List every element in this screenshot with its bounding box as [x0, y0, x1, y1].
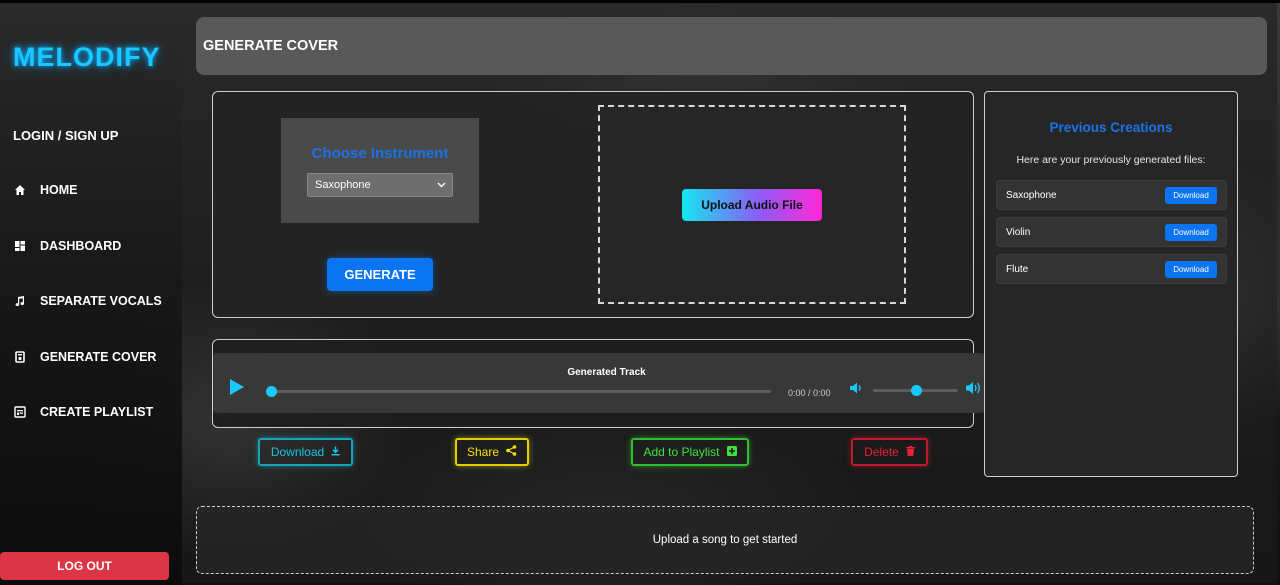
volume-max-icon[interactable] — [965, 380, 983, 396]
top-border — [0, 0, 1280, 3]
volume-icon[interactable] — [849, 381, 863, 395]
play-icon[interactable] — [229, 378, 249, 400]
download-icon — [331, 445, 340, 459]
add-to-playlist-label: Add to Playlist — [643, 445, 720, 459]
share-button-label: Share — [466, 445, 500, 459]
download-button[interactable]: Download — [258, 438, 353, 466]
progress-bar[interactable] — [266, 386, 771, 397]
time-display: 0:00 / 0:00 — [788, 388, 831, 398]
previous-creations-list: Saxophone Download Violin Download Flute… — [996, 180, 1227, 291]
share-button[interactable]: Share — [455, 438, 529, 466]
player-panel: Generated Track 0:00 / 0:00 — [212, 339, 985, 428]
generator-panel: Choose Instrument Saxophone GENERATE Upl… — [212, 91, 974, 318]
music-note-icon — [13, 294, 27, 308]
status-banner: Upload a song to get started — [196, 506, 1254, 574]
instrument-title: Choose Instrument — [311, 145, 449, 162]
previous-creations-subtitle: Here are your previously generated files… — [1016, 154, 1206, 166]
sidebar: MELODIFY LOGIN / SIGN UP HOME DASHBOARD … — [0, 0, 182, 585]
creation-download-button[interactable]: Download — [1165, 223, 1217, 241]
creation-download-button[interactable]: Download — [1165, 260, 1217, 278]
page-title: GENERATE COVER — [203, 38, 339, 54]
progress-thumb[interactable] — [266, 386, 277, 397]
previous-creations-title: Previous Creations — [1049, 120, 1173, 135]
status-message: Upload a song to get started — [652, 534, 798, 546]
plus-square-icon — [726, 445, 737, 459]
generate-button[interactable]: GENERATE — [327, 258, 433, 291]
radio-icon — [13, 350, 27, 364]
playlist-icon — [13, 405, 27, 419]
add-to-playlist-button[interactable]: Add to Playlist — [631, 438, 749, 466]
login-signup-link[interactable]: LOGIN / SIGN UP — [13, 128, 118, 143]
delete-button-label: Delete — [864, 445, 899, 459]
home-icon — [13, 183, 27, 197]
brand-logo: MELODIFY — [13, 42, 161, 72]
upload-audio-button[interactable]: Upload Audio File — [682, 189, 822, 221]
logout-button[interactable]: LOG OUT — [0, 552, 169, 580]
sidebar-item-label: DASHBOARD — [40, 238, 122, 253]
creation-name: Saxophone — [1006, 189, 1057, 201]
list-item: Violin Download — [996, 217, 1227, 247]
sidebar-item-create-playlist[interactable]: CREATE PLAYLIST — [13, 402, 162, 422]
volume-thumb[interactable] — [910, 385, 922, 396]
dashboard-icon — [13, 239, 27, 253]
audio-player: Generated Track 0:00 / 0:00 — [213, 353, 985, 413]
delete-button[interactable]: Delete — [851, 438, 928, 466]
previous-creations-panel: Previous Creations Here are your previou… — [984, 91, 1238, 477]
instrument-select-value: Saxophone — [315, 179, 371, 191]
upload-dropzone[interactable]: Upload Audio File — [598, 105, 906, 304]
instrument-select[interactable]: Saxophone — [307, 173, 453, 197]
page-header: GENERATE COVER — [196, 17, 1267, 75]
download-button-label: Download — [270, 445, 325, 459]
sidebar-item-label: HOME — [40, 183, 78, 197]
chevron-down-icon — [437, 179, 446, 191]
instrument-card: Choose Instrument Saxophone — [281, 118, 479, 223]
sidebar-item-separate-vocals[interactable]: SEPARATE VOCALS — [13, 291, 162, 311]
list-item: Flute Download — [996, 254, 1227, 284]
sidebar-item-generate-cover[interactable]: GENERATE COVER — [13, 347, 162, 367]
sidebar-item-label: CREATE PLAYLIST — [40, 405, 154, 419]
trash-icon — [905, 445, 915, 459]
volume-slider[interactable] — [873, 385, 958, 396]
sidebar-item-label: GENERATE COVER — [40, 349, 157, 364]
sidebar-item-label: SEPARATE VOCALS — [40, 294, 162, 308]
share-icon — [506, 445, 517, 459]
creation-name: Violin — [1006, 226, 1031, 238]
creation-download-button[interactable]: Download — [1165, 186, 1217, 204]
sidebar-item-dashboard[interactable]: DASHBOARD — [13, 236, 162, 256]
list-item: Saxophone Download — [996, 180, 1227, 210]
track-title: Generated Track — [567, 367, 646, 378]
creation-name: Flute — [1006, 263, 1029, 275]
sidebar-item-home[interactable]: HOME — [13, 180, 162, 200]
sidebar-nav: HOME DASHBOARD SEPARATE VOCALS GENERATE … — [13, 180, 162, 458]
